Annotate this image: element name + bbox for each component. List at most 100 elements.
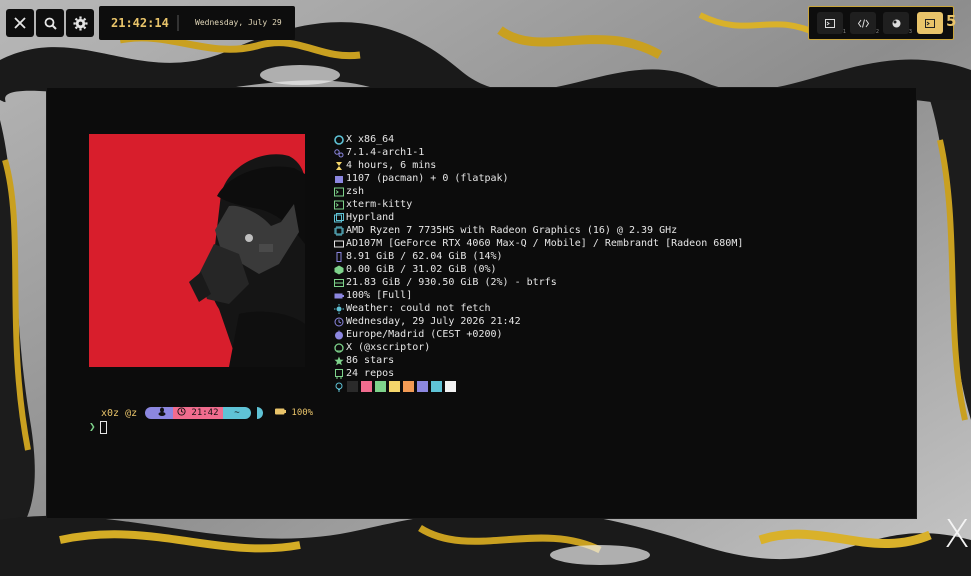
fetch-row-packages: 1107 (pacman) + 0 (flatpak) <box>334 172 743 185</box>
fetch-row-battery: 100% [Full] <box>334 289 743 302</box>
repo-icon <box>335 368 343 379</box>
fetch-row-swap: 0.00 GiB / 31.02 GiB (0%) <box>334 263 743 276</box>
fetch-row-wm: Hyprland <box>334 211 743 224</box>
fetch-os: X x86_64 <box>346 134 395 145</box>
palette-swatch <box>375 381 386 392</box>
fetch-row-github: X (@xscriptor) <box>334 341 743 354</box>
prompt-segment-end <box>257 407 263 419</box>
palette-swatch <box>347 381 358 392</box>
clock-icon <box>177 407 186 416</box>
fetch-gpu: AD107M [GeForce RTX 4060 Max-Q / Mobile]… <box>346 238 744 249</box>
package-icon <box>335 175 343 183</box>
fetch-weather: Weather: could not fetch <box>346 303 491 314</box>
palette-swatch <box>403 381 414 392</box>
terminal-icon <box>925 18 935 28</box>
fetch-kernel: 7.1.4-arch1-1 <box>346 147 425 158</box>
fetch-row-datetime: Wednesday, 29 July 2026 21:42 <box>334 315 743 328</box>
bulb-icon <box>335 382 343 391</box>
palette-swatch <box>389 381 400 392</box>
fetch-row-palette <box>334 380 743 393</box>
close-button[interactable] <box>6 9 34 37</box>
fetch-cpu: AMD Ryzen 7 7735HS with Radeon Graphics … <box>346 225 678 236</box>
fetch-info-list: X x86_64 7.1.4-arch1-1 4 hours, 6 mins 1… <box>334 133 743 393</box>
fetch-row-stars: 86 stars <box>334 354 743 367</box>
terminal-icon <box>825 18 835 28</box>
fetch-row-terminal: xterm-kitty <box>334 198 743 211</box>
disk-icon <box>334 278 344 287</box>
star-icon <box>334 356 344 365</box>
os-icon <box>334 134 344 145</box>
terminal-icon <box>334 187 344 196</box>
terminal-window[interactable]: X x86_64 7.1.4-arch1-1 4 hours, 6 mins 1… <box>47 88 916 518</box>
settings-button[interactable] <box>66 9 94 37</box>
fetch-row-cpu: AMD Ryzen 7 7735HS with Radeon Graphics … <box>334 224 743 237</box>
fetch-row-repos: 24 repos <box>334 367 743 380</box>
clock-icon <box>334 317 344 326</box>
linux-icon <box>158 407 166 416</box>
workspace-count: 5 <box>946 12 957 30</box>
fetch-row-uptime: 4 hours, 6 mins <box>334 159 743 172</box>
fetch-stars: 86 stars <box>346 355 395 366</box>
shell-prompt: x0z @z 21:42 ~ 100% <box>89 407 349 420</box>
workspace-2[interactable]: 2 <box>850 12 879 35</box>
fetch-timezone: Europe/Madrid (CEST +0200) <box>346 329 503 340</box>
clock-date: Wednesday, July 29 <box>195 18 282 27</box>
terminal-icon <box>334 200 344 209</box>
color-palette <box>347 381 456 392</box>
cpu-icon <box>334 225 344 236</box>
gear-icon <box>72 15 88 31</box>
search-icon <box>44 17 57 30</box>
fetch-uptime: 4 hours, 6 mins <box>346 160 437 171</box>
browser-icon <box>892 19 900 27</box>
fetch-portrait-image <box>89 134 305 367</box>
clock-time: 21:42:14 <box>111 16 169 30</box>
swap-icon <box>334 265 344 274</box>
workspace-switcher: 1 2 3 <box>808 6 954 40</box>
close-icon <box>14 17 26 29</box>
workspace-3[interactable]: 3 <box>883 12 912 35</box>
workspace-1[interactable]: 1 <box>817 12 846 35</box>
battery-icon <box>275 408 286 415</box>
corner-x-glyph: X <box>944 512 971 556</box>
battery-icon <box>334 293 344 298</box>
fetch-wm: Hyprland <box>346 212 395 223</box>
prompt-os-segment <box>151 407 173 419</box>
terminal-cursor[interactable] <box>100 421 107 434</box>
fetch-repos: 24 repos <box>346 368 395 379</box>
palette-swatch <box>361 381 372 392</box>
clock-widget[interactable]: 21:42:14 Wednesday, July 29 <box>99 6 295 40</box>
fetch-row-weather: Weather: could not fetch <box>334 302 743 315</box>
prompt-battery-segment: 100% <box>275 407 313 419</box>
prompt-time: 21:42 <box>191 408 219 418</box>
workspace-number: 3 <box>908 29 912 35</box>
gpu-icon <box>334 240 344 247</box>
fetch-row-disk: 21.83 GiB / 930.50 GiB (2%) - btrfs <box>334 276 743 289</box>
fetch-battery: 100% [Full] <box>346 290 413 301</box>
clock-divider <box>177 15 179 31</box>
kernel-icon <box>334 148 344 157</box>
prompt-battery: 100% <box>291 408 314 418</box>
hourglass-icon <box>336 161 342 170</box>
fetch-packages: 1107 (pacman) + 0 (flatpak) <box>346 173 509 184</box>
prompt-symbol: ❯ <box>89 420 96 433</box>
search-button[interactable] <box>36 9 64 37</box>
palette-swatch <box>417 381 428 392</box>
workspace-number: 2 <box>875 29 879 35</box>
fetch-shell: zsh <box>346 186 365 197</box>
prompt-time-segment: 21:42 <box>173 407 223 419</box>
prompt-user: x0z @z <box>101 408 138 419</box>
fetch-swap: 0.00 GiB / 31.02 GiB (0%) <box>346 264 497 275</box>
workspace-4-active[interactable] <box>917 12 943 34</box>
palette-swatch <box>445 381 456 392</box>
prompt-dir: ~ <box>234 408 240 418</box>
prompt-dir-segment: ~ <box>223 407 251 419</box>
fetch-row-shell: zsh <box>334 185 743 198</box>
fetch-memory: 8.91 GiB / 62.04 GiB (14%) <box>346 251 503 262</box>
fetch-row-kernel: 7.1.4-arch1-1 <box>334 146 743 159</box>
workspace-number: 1 <box>842 29 846 35</box>
fetch-datetime: Wednesday, 29 July 2026 21:42 <box>346 316 521 327</box>
fetch-row-timezone: Europe/Madrid (CEST +0200) <box>334 328 743 341</box>
fetch-disk: 21.83 GiB / 930.50 GiB (2%) - btrfs <box>346 277 557 288</box>
fetch-github: X (@xscriptor) <box>346 342 431 353</box>
fetch-row-gpu: AD107M [GeForce RTX 4060 Max-Q / Mobile]… <box>334 237 743 250</box>
